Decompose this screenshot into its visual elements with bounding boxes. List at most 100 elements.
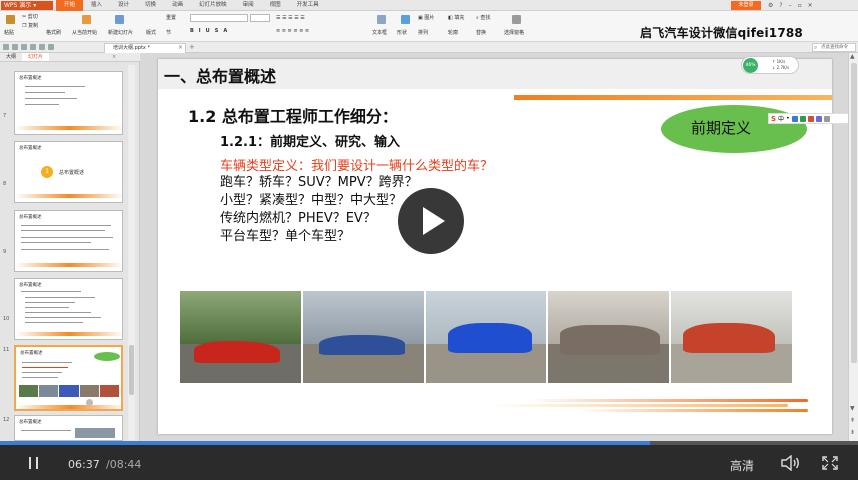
preview-icon[interactable] [21, 44, 27, 50]
paste-button[interactable]: 粘贴 [4, 30, 14, 37]
ime-punct-icon[interactable]: • [786, 115, 790, 122]
scrollbar-thumb[interactable] [851, 63, 857, 363]
tab-view[interactable]: 视图 [262, 0, 289, 11]
slide-thumbnail-8[interactable]: 总布置概述 1 总布置概述 [14, 141, 123, 203]
screen: WPS 演示 ▾ 开始 插入 设计 切换 动画 幻灯片放映 审阅 视图 开发工具… [0, 0, 858, 480]
customize-icon[interactable] [48, 44, 54, 50]
help-icon[interactable]: ? [779, 0, 782, 11]
font-style-buttons[interactable]: BIUSA [190, 28, 232, 35]
new-slide-icon[interactable] [115, 15, 124, 24]
shape-icon[interactable] [401, 15, 410, 24]
thumb-text-line [25, 104, 59, 105]
thumb-text-line [21, 291, 81, 292]
select-pane-icon[interactable] [512, 15, 521, 24]
fill-label: 填充 [454, 15, 465, 21]
paragraph-list-buttons[interactable]: ☰ ☰ ☰ ☰ ☰ [276, 15, 305, 22]
alignment-buttons[interactable]: ≡ ≡ ≡ ≡ ≡ ≡ [276, 28, 309, 35]
thumb-text-line [25, 312, 91, 313]
new-slide-button[interactable]: 新建幻灯片 [108, 30, 133, 37]
reset-button[interactable]: 重置 [166, 15, 176, 22]
fullscreen-icon[interactable] [822, 456, 838, 470]
tab-transition[interactable]: 切换 [137, 0, 164, 11]
paste-icon[interactable] [6, 15, 15, 24]
thumb-title: 总布置概述 [19, 215, 42, 220]
network-speed-widget[interactable]: 46% ↑ 1K/s ↓ 2.7K/s [741, 56, 799, 74]
outline-button[interactable]: 轮廓 [448, 30, 458, 37]
picture-button[interactable]: ▣ 图片 [418, 15, 434, 22]
current-slide[interactable]: 一、总布置概述 1.2 总布置工程师工作细分： 1.2.1：前期定义、研究、输入… [158, 59, 832, 434]
slide-number: 10 [3, 316, 10, 322]
layout-button[interactable]: 版式 [146, 30, 156, 37]
fill-button[interactable]: ◧ 填充 [448, 15, 464, 22]
slide-thumbnail-11[interactable]: 总布置概述 [14, 345, 123, 411]
cut-label: 剪切 [27, 14, 38, 20]
new-tab-icon[interactable]: + [189, 43, 195, 52]
skin-icon[interactable]: ⚙ [768, 0, 773, 11]
ime-toolbar[interactable]: S 中 • [768, 113, 858, 124]
slide-scrollbar[interactable]: ▲ ▼ ⇞ ⇟ [848, 53, 858, 441]
tab-home[interactable]: 开始 [56, 0, 84, 11]
tab-developer[interactable]: 开发工具 [289, 0, 327, 11]
ime-voice-icon[interactable] [799, 115, 806, 122]
cut-button[interactable]: ✂ 剪切 [22, 14, 38, 21]
volume-icon[interactable] [780, 455, 800, 471]
select-pane-button[interactable]: 选择窗格 [504, 30, 524, 37]
find-button[interactable]: ⌕ 查找 [476, 15, 490, 22]
slide-thumbnail-12[interactable]: 总布置概述 [14, 415, 123, 441]
prev-slide-icon[interactable]: ⇞ [850, 417, 855, 424]
play-button[interactable] [398, 188, 464, 254]
textbox-button[interactable]: 文本框 [372, 30, 387, 37]
slide-number: 12 [3, 417, 10, 423]
ime-tools-icon[interactable] [823, 115, 830, 122]
shape-button[interactable]: 形状 [397, 30, 407, 37]
next-slide-icon[interactable]: ⇟ [850, 429, 855, 436]
play-slide-icon[interactable] [82, 15, 91, 24]
save-icon[interactable] [3, 44, 9, 50]
scroll-up-icon[interactable]: ▲ [850, 53, 855, 60]
slide-thumbnail-9[interactable]: 总布置概述 [14, 210, 123, 272]
quality-button[interactable]: 高清 [730, 457, 754, 474]
restore-icon[interactable]: ▫ [798, 0, 802, 11]
slide-heading: 1.2 总布置工程师工作细分： [188, 107, 398, 126]
ime-mode-icon[interactable]: 中 [778, 114, 784, 123]
arrange-button[interactable]: 排列 [418, 30, 428, 37]
ime-emoji-icon[interactable] [791, 115, 798, 122]
section-button[interactable]: 节 [166, 30, 171, 37]
play-from-current-button[interactable]: 从当前开始 [72, 30, 97, 37]
scroll-down-icon[interactable]: ▼ [850, 405, 855, 412]
ime-skin-icon[interactable] [815, 115, 822, 122]
font-name-select[interactable] [190, 14, 248, 22]
format-painter-button[interactable]: 格式刷 [46, 30, 61, 37]
redo-icon[interactable] [39, 44, 45, 50]
minimize-icon[interactable]: – [789, 0, 792, 11]
undo-icon[interactable] [30, 44, 36, 50]
tab-design[interactable]: 设计 [110, 0, 137, 11]
thumbnail-scrollbar[interactable] [128, 65, 135, 440]
panel-close-icon[interactable]: × [112, 54, 116, 60]
file-tab[interactable]: 培训大纲.pptx * [104, 43, 186, 53]
tab-outline[interactable]: 大纲 [0, 53, 22, 61]
tab-insert[interactable]: 插入 [83, 0, 110, 11]
textbox-icon[interactable] [377, 15, 386, 24]
thumb-photo [19, 385, 39, 397]
login-button[interactable]: 未登录 [731, 1, 761, 10]
copy-button[interactable]: ❐ 复制 [22, 23, 38, 30]
tab-slides[interactable]: 幻灯片 [22, 53, 50, 61]
print-icon[interactable] [12, 44, 18, 50]
tab-slideshow[interactable]: 幻灯片放映 [191, 0, 235, 11]
command-search-input[interactable]: ⌕ 点此查找命令 [812, 43, 856, 52]
tab-animation[interactable]: 动画 [164, 0, 191, 11]
slide-thumbnail-7[interactable]: 总布置概述 [14, 71, 123, 135]
ime-keyboard-icon[interactable] [807, 115, 814, 122]
scrollbar-thumb[interactable] [129, 345, 134, 395]
font-size-select[interactable] [250, 14, 270, 22]
slide-thumbnail-10[interactable]: 总布置概述 [14, 278, 123, 340]
pause-icon[interactable] [27, 457, 39, 469]
thumb-text-line [25, 92, 65, 93]
body-line: 平台车型？单个车型？ [220, 229, 351, 244]
replace-button[interactable]: 替换 [476, 30, 486, 37]
close-icon[interactable]: ✕ [808, 0, 813, 11]
tab-review[interactable]: 审阅 [235, 0, 262, 11]
close-tab-icon[interactable]: × [178, 43, 183, 52]
app-menu-button[interactable]: WPS 演示 ▾ [1, 1, 53, 10]
